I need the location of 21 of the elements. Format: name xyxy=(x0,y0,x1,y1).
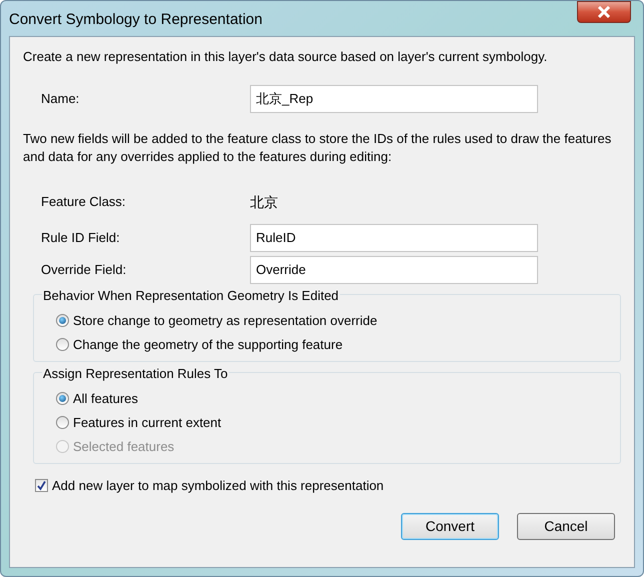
input-field[interactable]: RuleID xyxy=(250,224,538,252)
dialog-button[interactable]: Convert xyxy=(401,513,499,540)
field-label: Rule ID Field: xyxy=(41,228,121,247)
close-icon xyxy=(597,6,611,18)
add-layer-checkbox[interactable]: Add new layer to map symbolized with this representation xyxy=(35,476,621,495)
window-title: Convert Symbology to Representation xyxy=(9,10,262,30)
intro-text: Create a new representation in this layer's data source based on layer's current symbology. xyxy=(23,48,548,66)
feature-class-value: 北京 xyxy=(250,192,278,212)
field-label: Name: xyxy=(41,90,80,108)
radio-option[interactable]: Store change to geometry as representation override xyxy=(56,308,378,332)
checkbox-icon xyxy=(35,478,48,492)
field-label: Override Field: xyxy=(41,260,128,279)
radio-option[interactable]: Features in current extent xyxy=(56,410,222,434)
radio-option[interactable]: All features xyxy=(56,386,138,410)
dialog-button[interactable]: Cancel xyxy=(517,513,615,540)
input-field[interactable]: Override xyxy=(250,256,538,284)
info-text: Two new fields will be added to the feature class to store the IDs of the rules used to draw the features and data for any overrides applied to the features during editing: xyxy=(23,130,612,166)
name-field[interactable]: 北京_Rep xyxy=(250,84,538,112)
field-label: Feature Class: xyxy=(41,193,127,212)
close-button[interactable] xyxy=(577,1,631,23)
radio-option[interactable]: Change the geometry of the supporting feature xyxy=(56,332,343,356)
